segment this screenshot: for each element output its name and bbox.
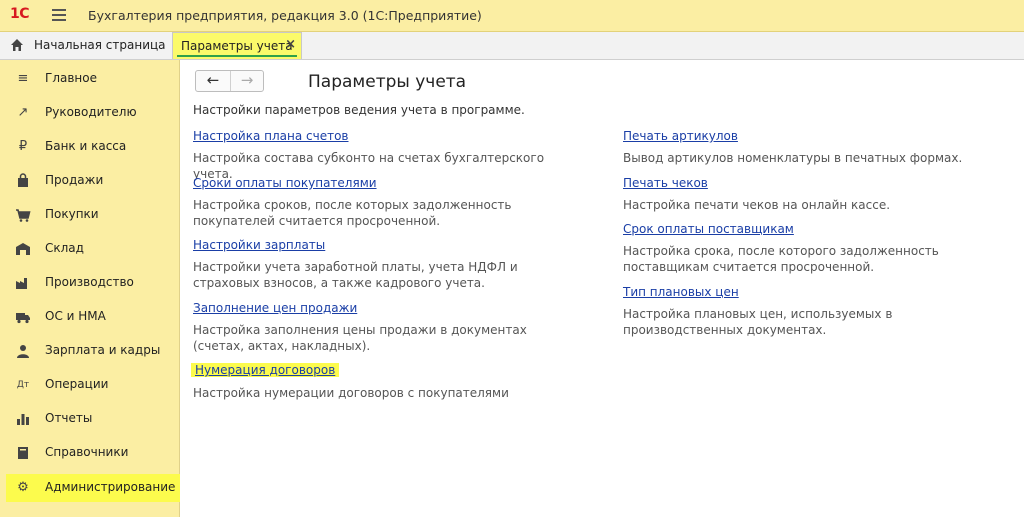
forward-button[interactable]: → <box>230 71 264 91</box>
title-bar: 1С Бухгалтерия предприятия, редакция 3.0… <box>0 0 1024 32</box>
debit-credit-icon: Дт <box>16 380 30 390</box>
sidebar-item-administration[interactable]: ⚙ Администрирование <box>6 474 180 502</box>
app-title: Бухгалтерия предприятия, редакция 3.0 (1… <box>88 8 482 23</box>
print-receipts-desc: Настройка печати чеков на онлайн кассе. <box>623 198 891 212</box>
sidebar-item-label: Зарплата и кадры <box>45 343 161 357</box>
print-sku-desc: Вывод артикулов номенклатуры в печатных … <box>623 151 963 165</box>
warehouse-icon <box>16 243 30 255</box>
app-logo: 1С <box>10 6 30 22</box>
sidebar-item-label: Отчеты <box>45 411 93 425</box>
factory-icon <box>16 278 27 289</box>
print-sku-link[interactable]: Печать артикулов <box>623 129 738 143</box>
planned-prices-desc: Настройка плановых цен, используемых в п… <box>623 307 893 337</box>
close-icon[interactable]: × <box>285 37 296 52</box>
sidebar-item-label: Продажи <box>45 173 104 187</box>
sidebar-item-salary[interactable]: Зарплата и кадры <box>0 337 180 365</box>
sidebar-item-purchases[interactable]: Покупки <box>0 201 180 229</box>
sidebar-item-label: Банк и касса <box>45 139 127 153</box>
sidebar-item-warehouse[interactable]: Склад <box>0 235 180 263</box>
back-button[interactable]: ← <box>196 71 231 91</box>
tab-home[interactable]: Начальная страница <box>0 32 166 59</box>
history-nav: ← → <box>195 70 264 92</box>
sidebar: ≡ Главное ↗ Руководителю ₽ Банк и касса … <box>0 60 180 517</box>
sidebar-item-label: Покупки <box>45 207 99 221</box>
sidebar-item-label: Склад <box>45 241 84 255</box>
sidebar-item-manager[interactable]: ↗ Руководителю <box>0 99 180 127</box>
sidebar-item-label: Производство <box>45 275 134 289</box>
sidebar-item-fixed-assets[interactable]: ОС и НМА <box>0 303 180 331</box>
customer-payment-terms-desc: Настройка сроков, после которых задолжен… <box>193 198 512 228</box>
sidebar-item-sales[interactable]: Продажи <box>0 167 180 195</box>
gear-icon: ⚙ <box>17 480 29 495</box>
menu-icon[interactable] <box>52 9 66 22</box>
sales-prices-desc: Настройка заполнения цены продажи в доку… <box>193 323 527 353</box>
sidebar-item-production[interactable]: Производство <box>0 269 180 297</box>
sidebar-item-label: Операции <box>45 377 109 391</box>
supplier-payment-terms-link[interactable]: Срок оплаты поставщикам <box>623 222 794 236</box>
sidebar-item-bank[interactable]: ₽ Банк и касса <box>0 133 180 161</box>
sales-prices-link[interactable]: Заполнение цен продажи <box>193 301 357 315</box>
home-icon <box>11 39 23 51</box>
bar-chart-icon <box>17 414 29 425</box>
sidebar-item-directories[interactable]: Справочники <box>0 439 180 467</box>
contract-numbering-link[interactable]: Нумерация договоров <box>191 363 340 377</box>
contract-numbering-desc: Настройка нумерации договоров с покупате… <box>193 386 509 400</box>
planned-prices-link[interactable]: Тип плановых цен <box>623 285 739 299</box>
page-description: Настройки параметров ведения учета в про… <box>193 103 525 117</box>
active-tab-indicator <box>177 55 297 57</box>
cart-icon <box>16 209 31 222</box>
trend-icon: ↗ <box>17 105 29 120</box>
sidebar-item-operations[interactable]: Дт Операции <box>0 371 180 399</box>
main-content: ← → Параметры учета Настройки параметров… <box>181 60 1024 517</box>
truck-icon <box>16 313 30 324</box>
tab-accounting-params[interactable]: Параметры учета × <box>172 32 302 59</box>
salary-settings-desc: Настройки учета заработной платы, учета … <box>193 260 518 290</box>
salary-settings-link[interactable]: Настройки зарплаты <box>193 238 325 252</box>
bag-icon <box>18 173 28 187</box>
sidebar-item-reports[interactable]: Отчеты <box>0 405 180 433</box>
person-icon <box>17 345 29 358</box>
chart-of-accounts-link[interactable]: Настройка плана счетов <box>193 129 349 143</box>
sidebar-item-main[interactable]: ≡ Главное <box>0 65 180 93</box>
book-icon <box>18 447 28 459</box>
customer-payment-terms-link[interactable]: Сроки оплаты покупателями <box>193 176 377 190</box>
list-icon: ≡ <box>17 71 29 86</box>
tab-bar: Начальная страница Параметры учета × <box>0 32 1024 60</box>
ruble-icon: ₽ <box>18 139 28 154</box>
tab-home-label: Начальная страница <box>34 38 166 52</box>
sidebar-item-label: Руководителю <box>45 105 137 119</box>
tab-accounting-params-label: Параметры учета <box>181 39 293 53</box>
sidebar-item-label: Администрирование <box>45 480 176 494</box>
sidebar-item-label: ОС и НМА <box>45 309 106 323</box>
page-title: Параметры учета <box>308 72 467 92</box>
print-receipts-link[interactable]: Печать чеков <box>623 176 708 190</box>
sidebar-item-label: Справочники <box>45 445 129 459</box>
sidebar-item-label: Главное <box>45 71 97 85</box>
supplier-payment-terms-desc: Настройка срока, после которого задолжен… <box>623 244 939 274</box>
